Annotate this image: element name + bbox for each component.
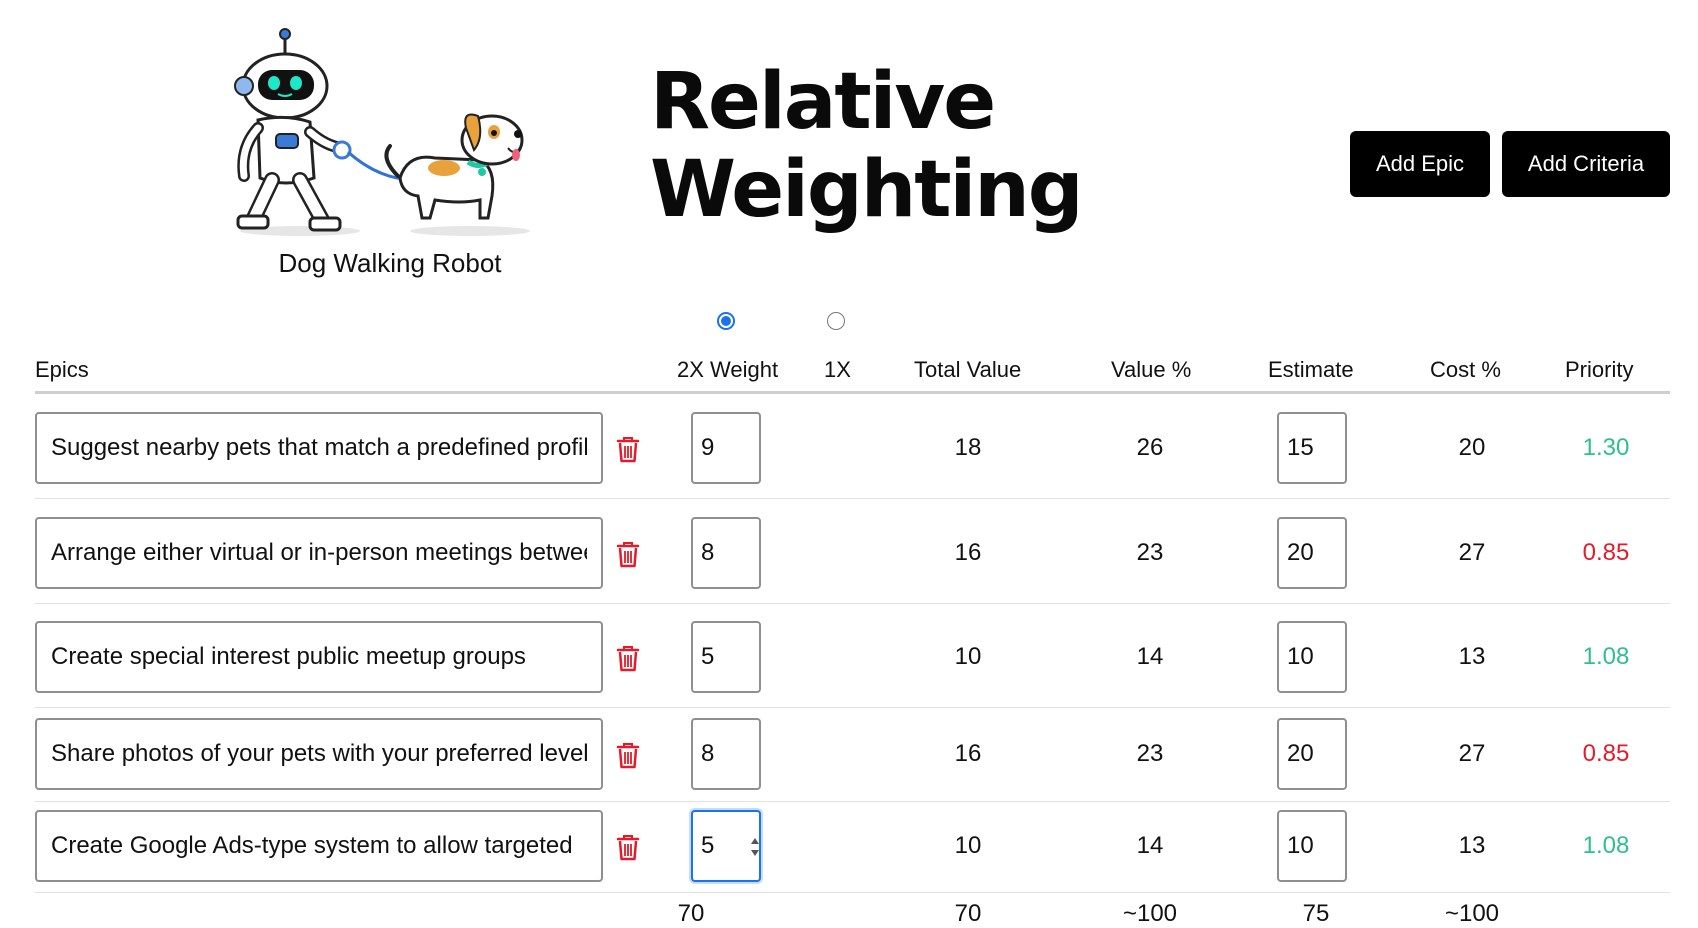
table-row: 16 23 27 0.85 [35,718,1670,810]
total-value-cell: 16 [954,539,982,566]
total-value-cell: 16 [954,740,982,767]
column-header-epics: Epics [35,357,89,382]
epic-name-input[interactable] [35,718,603,790]
total-estimate: 75 [1302,900,1330,927]
priority-cell: 1.08 [1582,832,1630,859]
page-title-line2: Weighting [650,145,1084,235]
column-header-total-value: Total Value [914,357,1022,382]
dog-walking-robot-icon [234,28,530,236]
trash-icon[interactable] [615,539,641,569]
value-pct-cell: 14 [1136,643,1164,670]
trash-icon[interactable] [615,832,641,862]
total-value-pct: ~100 [1122,900,1178,927]
total-value-cell: 10 [954,643,982,670]
add-criteria-button[interactable]: Add Criteria [1502,131,1670,197]
logo-illustration [230,28,550,240]
trash-icon[interactable] [615,643,641,673]
estimate-input[interactable] [1277,412,1347,484]
value-pct-cell: 23 [1136,539,1164,566]
row-divider [35,603,1670,604]
epic-name-input[interactable] [35,621,603,693]
estimate-input[interactable] [1277,621,1347,693]
epic-name-input[interactable] [35,412,603,484]
trash-icon[interactable] [615,740,641,770]
row-divider [35,801,1670,802]
weight-2x-radio[interactable] [717,312,735,330]
table-row: 10 14 13 1.08 [35,621,1670,713]
estimate-input[interactable] [1277,810,1347,882]
estimate-input[interactable] [1277,517,1347,589]
page-title-line1: Relative [650,57,996,147]
total-total-value: 70 [954,900,982,927]
epic-name-input[interactable] [35,517,603,589]
row-divider [35,498,1670,499]
value-pct-cell: 14 [1136,832,1164,859]
cost-pct-cell: 27 [1458,740,1486,767]
column-header-estimate: Estimate [1268,357,1354,382]
total-value-cell: 18 [954,434,982,461]
row-divider [35,707,1670,708]
row-divider [35,892,1670,893]
epic-name-input[interactable] [35,810,603,882]
column-header-cost-pct: Cost % [1430,357,1501,382]
spinner-arrows-icon[interactable] [747,832,763,862]
estimate-input[interactable] [1277,718,1347,790]
priority-cell: 1.30 [1582,434,1630,461]
cost-pct-cell: 13 [1458,832,1486,859]
weight-input[interactable] [691,718,761,790]
priority-cell: 1.08 [1582,643,1630,670]
priority-cell: 0.85 [1582,740,1630,767]
weight-input[interactable] [691,517,761,589]
weight-input[interactable] [691,621,761,693]
weight-1x-radio[interactable] [827,312,845,330]
cost-pct-cell: 27 [1458,539,1486,566]
column-header-1x: 1X [824,357,851,382]
header-divider [35,391,1670,394]
column-header-2x-weight: 2X Weight [677,357,779,382]
logo-caption: Dog Walking Robot [278,248,502,278]
table-row: 16 23 27 0.85 [35,517,1670,609]
weight-input[interactable] [691,412,761,484]
total-weight: 70 [677,900,705,927]
cost-pct-cell: 13 [1458,643,1486,670]
value-pct-cell: 23 [1136,740,1164,767]
page-title: Relative Weighting [650,57,1084,235]
trash-icon[interactable] [615,434,641,464]
table-row: 10 14 13 1.08 [35,810,1670,902]
column-header-priority: Priority [1565,357,1634,382]
value-pct-cell: 26 [1136,434,1164,461]
total-value-cell: 10 [954,832,982,859]
cost-pct-cell: 20 [1458,434,1486,461]
column-header-value-pct: Value % [1111,357,1192,382]
table-row: 18 26 20 1.30 [35,412,1670,504]
total-cost-pct: ~100 [1444,900,1500,927]
add-epic-button[interactable]: Add Epic [1350,131,1490,197]
priority-cell: 0.85 [1582,539,1630,566]
